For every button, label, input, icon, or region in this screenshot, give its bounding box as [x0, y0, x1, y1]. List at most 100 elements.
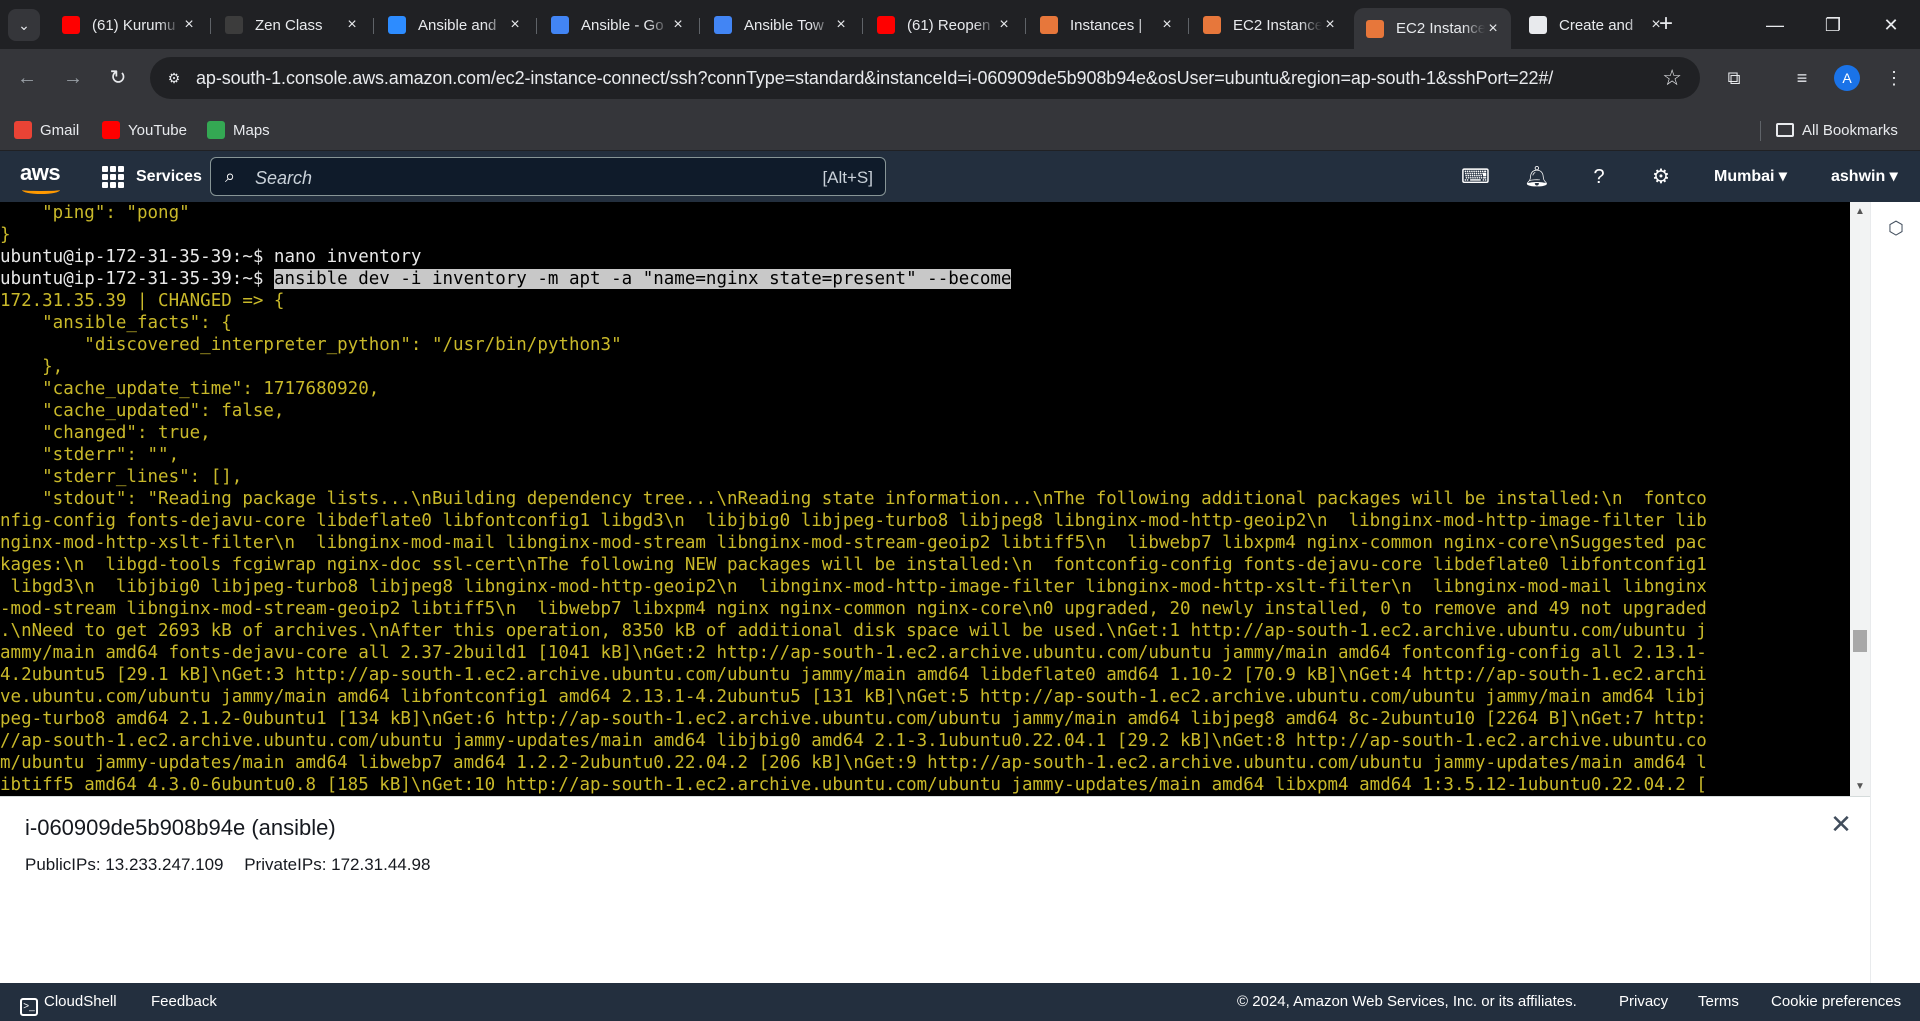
feedback-link[interactable]: Feedback	[151, 993, 217, 1010]
site-info-icon[interactable]: ⚙	[164, 68, 184, 88]
bookmark-maps[interactable]: Maps	[207, 117, 270, 143]
new-tab-button[interactable]: +	[1652, 11, 1680, 39]
forward-button[interactable]: →	[58, 63, 88, 93]
bookmarks-bar: Gmail YouTube Maps All Bookmarks	[0, 109, 1920, 151]
terminal-line: nfig-config fonts-dejavu-core libdeflate…	[0, 510, 1822, 532]
aws-smile-icon	[22, 186, 60, 194]
terminal-line: peg-turbo8 amd64 2.1.2-0ubuntu1 [134 kB]…	[0, 708, 1822, 730]
instance-title: i-060909de5b908b94e (ansible)	[25, 815, 336, 840]
media-control-icon[interactable]: ≡	[1788, 64, 1816, 92]
cloudshell-icon[interactable]: ⌨	[1461, 163, 1490, 191]
tab-title: Ansible - Go	[581, 16, 664, 34]
tab-close-icon[interactable]: ×	[1322, 17, 1338, 33]
aws-logo[interactable]: aws	[20, 160, 64, 194]
scroll-up-icon[interactable]: ▲	[1855, 206, 1865, 217]
terminal-line: "cache_updated": false,	[0, 400, 1822, 422]
close-panel-button[interactable]: ✕	[1828, 811, 1854, 837]
restore-button[interactable]: ❐	[1818, 10, 1848, 40]
terminal-text: "ping": "pong"	[0, 203, 190, 223]
all-bookmarks-button[interactable]: All Bookmarks	[1776, 117, 1898, 143]
arrow-left-icon: ←	[17, 67, 37, 89]
services-menu[interactable]: Services	[102, 163, 202, 191]
browser-tab[interactable]: Instances | ×	[1028, 8, 1185, 42]
terminal-line: "changed": true,	[0, 422, 1822, 444]
services-label: Services	[136, 168, 202, 185]
browser-tab[interactable]: (61) Kurumu ×	[50, 8, 207, 42]
terminal-line: 4.2ubuntu5 [29.1 kB]\nGet:3 http://ap-so…	[0, 664, 1822, 686]
kebab-menu-icon[interactable]: ⋮	[1880, 64, 1908, 92]
aws-console-header: aws Services ⌕ Search [Alt+S] ⌨ 🔔︎ ? ⚙ M…	[0, 151, 1920, 202]
close-window-button[interactable]: ✕	[1876, 10, 1906, 40]
cloudshell-link[interactable]: >_ CloudShell	[20, 993, 117, 1016]
terminal-line: 172.31.35.39 | CHANGED => {	[0, 290, 1822, 312]
terminal-line: "ping": "pong"	[0, 202, 1822, 224]
terminal-text: -mod-stream libnginx-mod-stream-geoip2 l…	[0, 599, 1707, 619]
scroll-down-icon[interactable]: ▼	[1855, 781, 1865, 792]
terminal-line: nginx-mod-http-xslt-filter\n libnginx-mo…	[0, 532, 1822, 554]
terminal-text: ve.ubuntu.com/ubuntu jammy/main amd64 li…	[0, 687, 1707, 707]
minimize-button[interactable]: —	[1760, 10, 1790, 40]
chatgpt-icon	[1529, 16, 1547, 34]
terminal-text: libgd3\n libjbig0 libjpeg-turbo8 libjpeg…	[0, 577, 1707, 597]
terminal-line: ubuntu@ip-172-31-35-39:~$ nano inventory	[0, 246, 1822, 268]
terms-link[interactable]: Terms	[1698, 993, 1739, 1010]
terminal-text: "stderr_lines": [],	[0, 467, 243, 487]
bookmarks-divider	[1760, 121, 1761, 141]
settings-gear-icon[interactable]: ⚙	[1647, 163, 1675, 191]
terminal-text: peg-turbo8 amd64 2.1.2-0ubuntu1 [134 kB]…	[0, 709, 1707, 729]
browser-tab[interactable]: EC2 Instance ×	[1354, 8, 1511, 49]
browser-tab[interactable]: Ansible and ×	[376, 8, 533, 42]
bookmark-label: Maps	[233, 121, 270, 139]
url-text[interactable]: ap-south-1.console.aws.amazon.com/ec2-in…	[196, 68, 1553, 89]
tab-close-icon[interactable]: ×	[507, 17, 523, 33]
plus-icon: +	[1658, 10, 1673, 37]
browser-tab[interactable]: EC2 Instance ×	[1191, 8, 1348, 42]
address-bar[interactable]: ⚙ ap-south-1.console.aws.amazon.com/ec2-…	[150, 57, 1700, 99]
tab-title: Zen Class	[255, 16, 323, 34]
reload-icon: ↻	[109, 67, 127, 89]
privacy-link[interactable]: Privacy	[1619, 993, 1668, 1010]
aws-search-input[interactable]: ⌕ Search [Alt+S]	[210, 157, 886, 196]
tab-close-icon[interactable]: ×	[1485, 20, 1501, 37]
terminal-scrollbar[interactable]: ▲ ▼	[1850, 202, 1870, 796]
terminal-text: "ansible_facts": {	[0, 313, 232, 333]
aws-footer: >_ CloudShell Feedback © 2024, Amazon Web…	[0, 983, 1920, 1021]
grid-icon	[102, 166, 124, 188]
tab-search-button[interactable]: ⌄	[8, 9, 40, 41]
reload-button[interactable]: ↻	[103, 63, 133, 93]
tab-title: Instances |	[1070, 16, 1143, 34]
tab-separator	[373, 18, 374, 34]
ssh-terminal[interactable]: "ping": "pong"} ubuntu@ip-172-31-35-39:~$…	[0, 202, 1850, 796]
terminal-prompt: ubuntu@ip-172-31-35-39:~$	[0, 269, 274, 289]
browser-tab[interactable]: Zen Class ×	[213, 8, 370, 42]
help-icon[interactable]: ?	[1585, 163, 1613, 191]
cookie-preferences-link[interactable]: Cookie preferences	[1771, 993, 1901, 1010]
profile-avatar[interactable]: A	[1834, 65, 1860, 91]
tab-close-icon[interactable]: ×	[833, 17, 849, 33]
docs-icon	[551, 16, 569, 34]
browser-tab[interactable]: Ansible - Go ×	[539, 8, 696, 42]
tab-close-icon[interactable]: ×	[996, 17, 1012, 33]
bookmark-youtube[interactable]: YouTube	[102, 117, 187, 143]
account-menu[interactable]: ashwin ▾	[1831, 166, 1898, 186]
zen-icon	[225, 16, 243, 34]
terminal-line: //ap-south-1.ec2.archive.ubuntu.com/ubun…	[0, 730, 1822, 752]
browser-tab[interactable]: Create and ×	[1517, 8, 1674, 42]
extensions-icon[interactable]: ⧉	[1720, 64, 1748, 92]
terminal-line: -mod-stream libnginx-mod-stream-geoip2 l…	[0, 598, 1822, 620]
terminal-text: "cache_updated": false,	[0, 401, 285, 421]
browser-tab[interactable]: (61) Reopen ×	[865, 8, 1022, 42]
bookmark-gmail[interactable]: Gmail	[14, 117, 79, 143]
browser-tab[interactable]: Ansible Tow ×	[702, 8, 859, 42]
info-panel-icon[interactable]: ⬡	[1885, 218, 1907, 240]
tab-close-icon[interactable]: ×	[344, 17, 360, 33]
tab-close-icon[interactable]: ×	[181, 17, 197, 33]
back-button[interactable]: ←	[12, 63, 42, 93]
bookmark-star-icon[interactable]: ☆	[1662, 65, 1682, 91]
region-selector[interactable]: Mumbai ▾	[1714, 166, 1787, 186]
scrollbar-thumb[interactable]	[1853, 630, 1867, 652]
tab-close-icon[interactable]: ×	[670, 17, 686, 33]
tab-close-icon[interactable]: ×	[1159, 17, 1175, 33]
notifications-bell-icon[interactable]: 🔔︎	[1523, 163, 1551, 191]
gmail-icon	[14, 121, 32, 139]
